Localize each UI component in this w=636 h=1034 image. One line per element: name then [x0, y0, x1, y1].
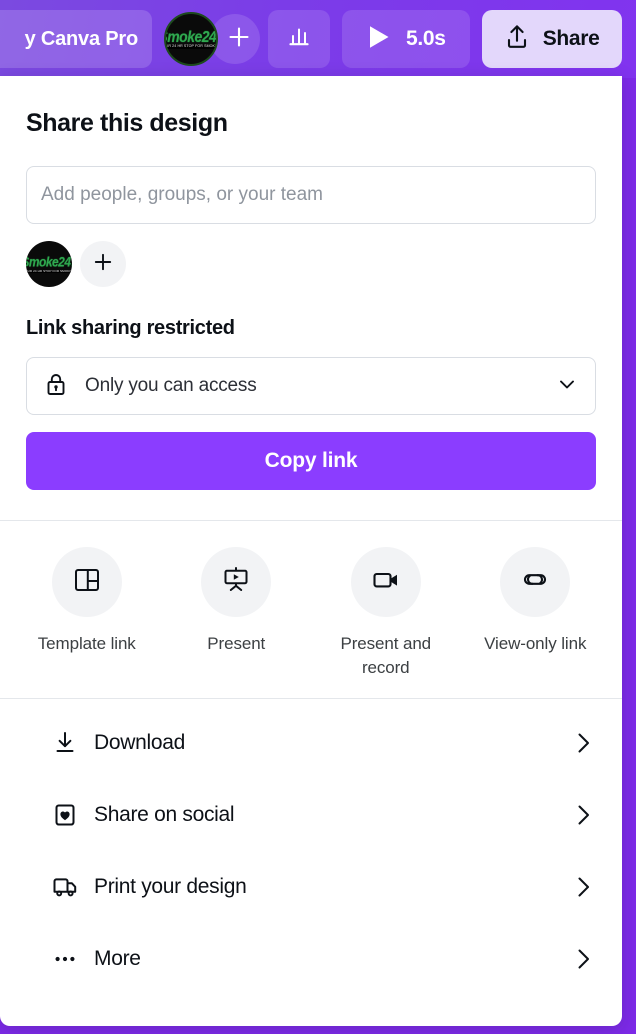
chain-link-icon — [518, 563, 552, 602]
present-icon-circle — [201, 547, 272, 617]
template-link-icon-circle — [51, 547, 122, 617]
member-avatar-logo-text: Smoke247 — [26, 253, 72, 270]
chevron-right-icon — [570, 946, 596, 972]
avatar-logo-text: Smoke247 — [166, 27, 217, 46]
menu-item-label: Download — [94, 731, 185, 755]
menu-item-label: Print your design — [94, 875, 247, 899]
chevron-right-icon — [570, 802, 596, 828]
quick-actions-row: Template link Present Present and record… — [0, 521, 622, 698]
menu-item-more[interactable]: More — [0, 923, 622, 995]
access-level-select[interactable]: Only you can access — [26, 357, 596, 415]
menu-item-download[interactable]: Download — [0, 707, 622, 779]
chevron-right-icon — [570, 730, 596, 756]
plus-icon — [226, 24, 252, 55]
quick-action-label: Template link — [37, 634, 136, 653]
menu-item-label: More — [94, 947, 141, 971]
user-avatar[interactable]: Smoke247 YOUR 24 HR STOP FOR SMOKING — [164, 12, 218, 66]
share-button-label: Share — [542, 27, 600, 50]
link-sharing-status: Link sharing restricted — [26, 317, 235, 339]
copy-link-button[interactable]: Copy link — [26, 432, 596, 490]
add-people-input[interactable] — [41, 184, 581, 206]
chevron-down-icon[interactable] — [555, 372, 579, 401]
menu-item-share-on-social[interactable]: Share on social — [0, 779, 622, 851]
collaborators-group: Smoke247 YOUR 24 HR STOP FOR SMOKING — [164, 12, 260, 66]
present-screen-icon — [219, 563, 253, 602]
play-preview-button[interactable]: 5.0s — [342, 10, 470, 68]
template-layout-icon — [70, 563, 104, 602]
share-options-menu: Download Share on social Print your desi… — [0, 699, 622, 995]
top-toolbar: y Canva Pro Smoke247 YOUR 24 HR STOP FOR… — [0, 0, 636, 78]
plus-icon — [91, 250, 115, 279]
quick-action-present[interactable]: Present — [162, 547, 312, 680]
member-avatars-row: Smoke247 YOUR 24 HR STOP FOR SMOKING — [26, 241, 622, 287]
add-member-button[interactable] — [80, 241, 126, 287]
lock-icon — [43, 370, 69, 403]
quick-action-view-only-link[interactable]: View-only link — [461, 547, 611, 680]
ellipsis-icon — [50, 944, 84, 974]
add-people-field[interactable] — [26, 166, 596, 224]
video-camera-icon — [369, 563, 403, 602]
try-canva-pro-label: y Canva Pro — [24, 27, 139, 50]
quick-action-present-and-record[interactable]: Present and record — [311, 547, 461, 680]
delivery-truck-icon — [50, 872, 84, 902]
stats-button[interactable] — [268, 10, 330, 68]
view-only-link-icon-circle — [500, 547, 571, 617]
quick-action-label: Present and record — [340, 634, 432, 678]
chevron-right-icon — [570, 874, 596, 900]
access-level-value: Only you can access — [85, 375, 257, 396]
try-canva-pro-button[interactable]: y Canva Pro — [0, 10, 152, 68]
quick-action-label: View-only link — [484, 634, 587, 653]
panel-title: Share this design — [26, 109, 228, 137]
menu-item-label: Share on social — [94, 803, 235, 827]
heart-card-icon — [50, 800, 84, 830]
bar-chart-icon — [284, 22, 314, 57]
play-icon — [366, 23, 392, 56]
quick-action-template-link[interactable]: Template link — [12, 547, 162, 680]
avatar-logo-subtext: YOUR 24 HR STOP FOR SMOKING — [166, 45, 216, 49]
menu-item-print-your-design[interactable]: Print your design — [0, 851, 622, 923]
download-icon — [50, 728, 84, 758]
share-panel: Share this design Smoke247 YOUR 24 HR ST… — [0, 76, 622, 1026]
share-button[interactable]: Share — [481, 10, 622, 68]
present-record-icon-circle — [350, 547, 421, 617]
duration-label: 5.0s — [406, 27, 446, 50]
quick-action-label: Present — [207, 634, 266, 653]
share-upload-icon — [504, 23, 530, 56]
member-avatar[interactable]: Smoke247 YOUR 24 HR STOP FOR SMOKING — [26, 241, 72, 287]
